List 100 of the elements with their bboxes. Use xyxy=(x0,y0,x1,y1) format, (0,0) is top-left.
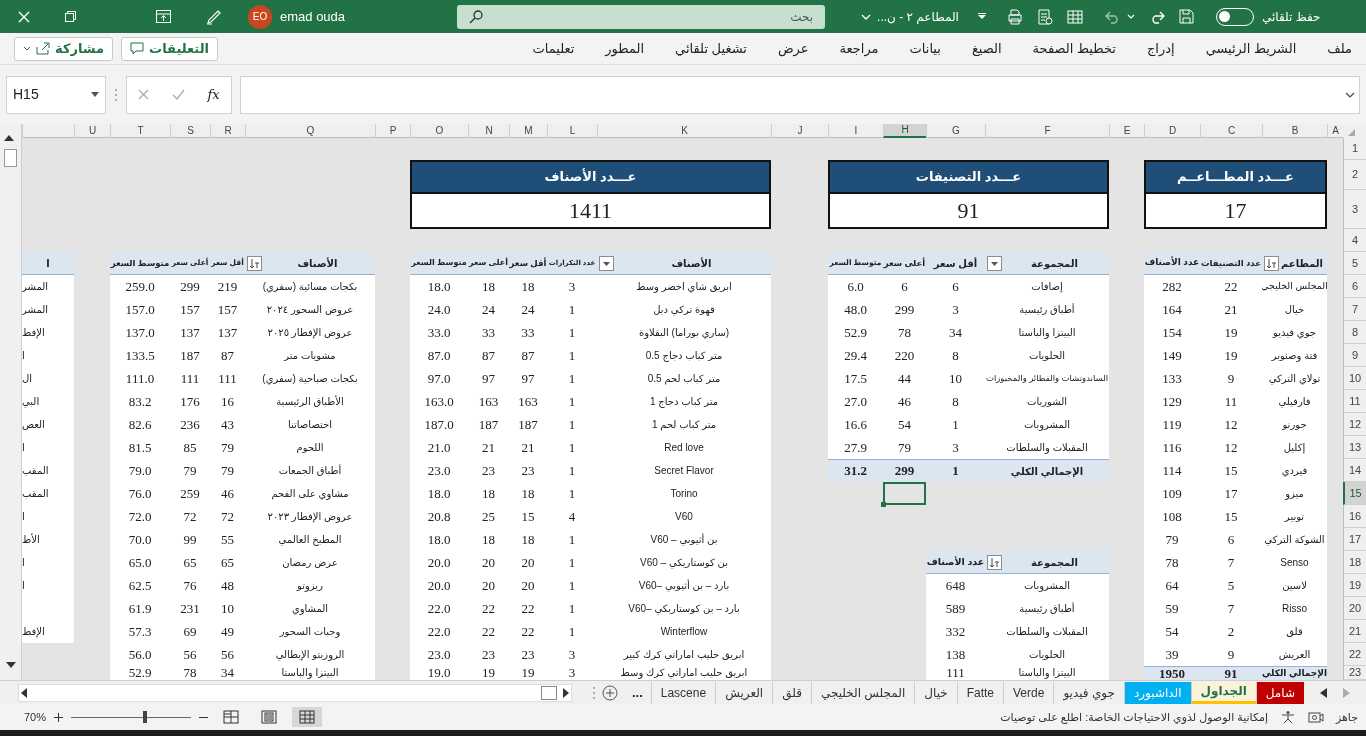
ribbon-tab[interactable]: تعليمات xyxy=(532,38,575,59)
column-header[interactable]: J xyxy=(771,124,828,138)
row-header[interactable]: 1 xyxy=(1343,138,1366,160)
sort-button[interactable] xyxy=(987,554,1002,570)
ribbon-tab[interactable]: تشغيل تلقائي xyxy=(675,38,747,59)
column-header[interactable]: I xyxy=(828,124,883,138)
save-icon[interactable] xyxy=(1178,9,1194,24)
sheet-tab[interactable]: Verde xyxy=(1003,681,1054,704)
column-header[interactable]: K xyxy=(597,124,771,138)
sheet-tab[interactable]: الجداول xyxy=(1190,681,1256,704)
column-header[interactable]: N xyxy=(468,124,509,138)
horizontal-scrollbar[interactable] xyxy=(18,683,572,702)
filter-button[interactable] xyxy=(599,255,614,271)
next-sheet-icon[interactable] xyxy=(1320,687,1327,698)
sheet-tab[interactable]: شامل xyxy=(1255,681,1304,704)
search-field[interactable]: بحث xyxy=(457,4,826,29)
normal-view-button[interactable] xyxy=(292,707,323,727)
sheet-tab[interactable]: المجلس الخليجي xyxy=(810,681,915,704)
add-sheet-icon[interactable] xyxy=(601,684,618,701)
caret-icon[interactable] xyxy=(976,12,987,21)
row-header[interactable]: 2 xyxy=(1343,160,1366,190)
restore-icon[interactable] xyxy=(65,11,76,22)
row-header[interactable]: 6 xyxy=(1343,275,1366,298)
column-header[interactable]: B xyxy=(1262,124,1327,138)
scroll-right-icon[interactable] xyxy=(562,687,569,698)
checkmark-icon[interactable] xyxy=(171,89,185,100)
row-header[interactable]: 10 xyxy=(1343,367,1366,390)
row-header[interactable]: 5 xyxy=(1343,252,1366,275)
row-header[interactable]: 23 xyxy=(1343,666,1366,680)
document-icon[interactable] xyxy=(1036,8,1053,25)
caret-icon[interactable] xyxy=(91,92,99,97)
row-header[interactable]: 14 xyxy=(1343,459,1366,482)
row-header[interactable]: 11 xyxy=(1343,390,1366,413)
ribbon-tab[interactable]: بيانات xyxy=(909,38,941,59)
selected-cell[interactable] xyxy=(883,482,926,505)
row-header[interactable]: 4 xyxy=(1343,229,1366,252)
filter-button[interactable] xyxy=(987,255,1002,271)
row-header[interactable]: 16 xyxy=(1343,505,1366,528)
column-header[interactable]: S xyxy=(170,124,210,138)
row-header[interactable]: 7 xyxy=(1343,298,1366,321)
row-header[interactable]: 22 xyxy=(1343,643,1366,666)
row-header[interactable]: 12 xyxy=(1343,413,1366,436)
scroll-left-icon[interactable] xyxy=(21,687,27,698)
sheet-tab[interactable]: جوي فيديو xyxy=(1053,681,1124,704)
formula-input[interactable] xyxy=(240,75,1360,114)
sheet-tab[interactable]: العريش xyxy=(715,681,773,704)
caret-icon[interactable] xyxy=(23,46,31,51)
sort-button[interactable] xyxy=(1264,255,1279,271)
accessibility-status[interactable]: إمكانية الوصول لذوي الاحتياجات الخاصة: اطلع على توصيات xyxy=(1000,708,1268,726)
scroll-thumb[interactable] xyxy=(540,685,557,700)
scroll-thumb[interactable] xyxy=(4,148,17,167)
column-header[interactable]: P xyxy=(375,124,410,138)
name-box[interactable]: H15 xyxy=(6,75,106,114)
column-header[interactable]: Q xyxy=(245,124,375,138)
column-header[interactable]: U xyxy=(74,124,110,138)
column-header[interactable]: F xyxy=(985,124,1109,138)
close-icon[interactable] xyxy=(18,10,30,23)
ribbon-tab[interactable]: الصيغ xyxy=(971,38,1002,59)
share-button[interactable]: مشاركة xyxy=(14,36,114,61)
sort-button[interactable] xyxy=(247,255,262,271)
ribbon-tab[interactable]: تخطيط الصفحة xyxy=(1032,38,1116,59)
ribbon-tab[interactable]: الشريط الرئيسي xyxy=(1205,38,1297,59)
row-header[interactable]: 8 xyxy=(1343,321,1366,344)
ribbon-tab[interactable]: عرض xyxy=(777,38,809,59)
sheet-tab[interactable]: خيال xyxy=(914,681,957,704)
ribbon-tab[interactable]: المطور xyxy=(605,38,645,59)
ribbon-tab[interactable]: ملف xyxy=(1327,38,1352,59)
row-header[interactable]: 21 xyxy=(1343,620,1366,643)
scroll-down-icon[interactable] xyxy=(5,662,16,668)
undo-icon[interactable] xyxy=(1104,9,1121,24)
row-header[interactable]: 19 xyxy=(1343,574,1366,597)
row-header[interactable]: 13 xyxy=(1343,436,1366,459)
row-header[interactable]: 15 xyxy=(1343,482,1366,505)
zoom-level[interactable]: 70% xyxy=(24,708,47,726)
column-header[interactable]: A xyxy=(1327,124,1343,138)
comments-button[interactable]: التعليقات xyxy=(121,36,218,61)
file-name[interactable]: المطاعم ٢ - ن... xyxy=(877,7,959,26)
sheet-tab[interactable]: Lascene xyxy=(650,681,716,704)
column-header[interactable]: D xyxy=(1144,124,1200,138)
macro-icon[interactable] xyxy=(1307,710,1324,724)
column-header[interactable]: E xyxy=(1109,124,1144,138)
vertical-scrollbar[interactable] xyxy=(0,124,22,680)
accessibility-icon[interactable] xyxy=(1279,710,1296,724)
row-header[interactable]: 17 xyxy=(1343,528,1366,551)
column-header[interactable]: G xyxy=(926,124,985,138)
printer-icon[interactable] xyxy=(1006,8,1023,25)
table-icon[interactable] xyxy=(1066,8,1083,25)
expand-icon[interactable] xyxy=(1345,91,1355,98)
ribbon-tab[interactable]: إدراج xyxy=(1146,38,1175,59)
column-header[interactable]: T xyxy=(110,124,170,138)
ribbon-display-icon[interactable] xyxy=(156,10,171,23)
column-header[interactable]: C xyxy=(1200,124,1262,138)
row-header[interactable]: 9 xyxy=(1343,344,1366,367)
insert-function-button[interactable]: fx xyxy=(207,84,220,105)
zoom-in-icon[interactable] xyxy=(54,712,64,722)
column-header[interactable]: H xyxy=(883,124,926,138)
user-avatar[interactable]: EO xyxy=(248,4,272,29)
zoom-slider-thumb[interactable] xyxy=(143,711,148,723)
pen-icon[interactable] xyxy=(206,8,222,25)
column-header[interactable]: L xyxy=(547,124,597,138)
